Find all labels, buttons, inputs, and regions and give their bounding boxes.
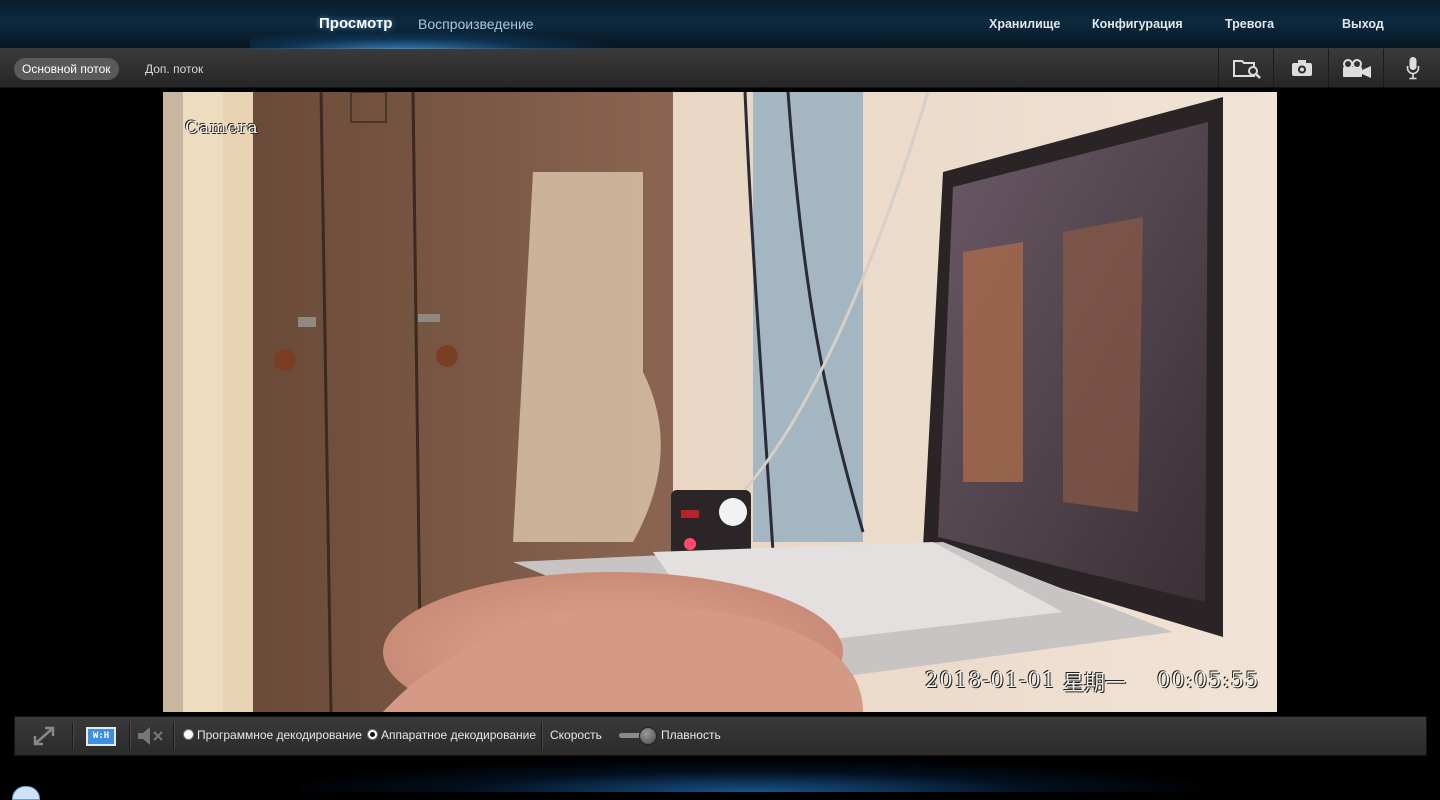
nav-configuration[interactable]: Конфигурация [1092,17,1183,31]
nav-logout[interactable]: Выход [1342,17,1384,31]
folder-search-icon [1232,60,1261,79]
nav-alarm[interactable]: Тревога [1225,17,1274,31]
stream-bar: Основной поток Доп. поток [0,49,1440,88]
footer-glow [300,760,1200,792]
top-nav: Просмотр Воспроизведение Хранилище Конфи… [0,0,1440,50]
date-overlay: 2018-01-01 [925,668,1057,692]
nav-storage[interactable]: Хранилище [989,17,1060,31]
microphone-icon [1406,57,1419,80]
record-button[interactable] [1328,49,1384,87]
playback-controls: W:H Программное декодирование Аппаратное… [14,716,1427,756]
speaker-muted-icon [138,727,163,745]
nav-playback[interactable]: Воспроизведение [418,16,534,32]
camera-snapshot-icon [1291,60,1312,76]
video-feed[interactable]: Camera 2018-01-01 星期一 00:05:55 [163,92,1277,712]
snapshot-button[interactable] [1273,49,1329,87]
mute-button[interactable] [135,725,167,747]
speed-label: Скорость [550,728,602,742]
weekday-overlay: 星期一 [1063,671,1126,695]
microphone-button[interactable] [1383,49,1440,87]
speed-slider-thumb[interactable] [639,727,657,745]
software-decode-label: Программное декодирование [197,728,362,742]
fullscreen-button[interactable] [31,725,57,747]
hardware-decode-radio[interactable] [367,729,378,740]
sub-stream-tab[interactable]: Доп. поток [137,58,211,80]
fullscreen-icon [33,726,55,746]
logo-icon [12,786,40,800]
aspect-ratio-button[interactable]: W:H [86,727,116,746]
camera-name-overlay: Camera [185,118,259,138]
smooth-label: Плавность [661,728,721,742]
main-stream-tab[interactable]: Основной поток [14,58,119,80]
nav-live-view[interactable]: Просмотр [319,15,392,32]
video-frame [163,92,1277,712]
record-video-icon [1342,59,1371,78]
nav-glow [250,30,630,50]
time-overlay: 00:05:55 [1157,668,1260,692]
hardware-decode-label: Аппаратное декодирование [381,728,537,742]
folder-search-button[interactable] [1218,49,1274,87]
software-decode-radio[interactable] [183,729,194,740]
